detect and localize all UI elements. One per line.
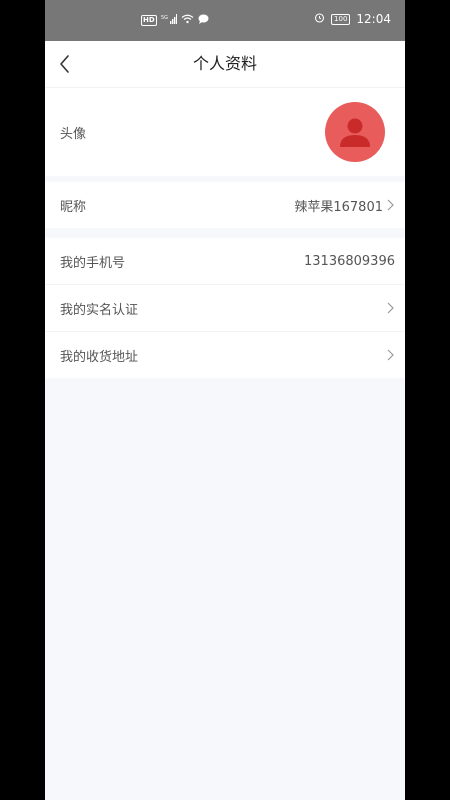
nickname-value: 辣苹果167801 xyxy=(294,199,383,215)
nickname-row[interactable]: 昵称 辣苹果167801 xyxy=(45,182,405,228)
address-label: 我的收货地址 xyxy=(60,349,139,365)
section-gap xyxy=(45,228,405,238)
alarm-icon xyxy=(314,12,325,26)
nickname-value-group: 辣苹果167801 xyxy=(294,196,395,215)
chevron-right-icon xyxy=(387,302,394,314)
phone-label: 我的手机号 xyxy=(60,255,126,271)
page-title: 个人资料 xyxy=(192,54,257,73)
status-left-indicators: HD 5G xyxy=(141,14,209,27)
wifi-icon xyxy=(181,14,194,27)
realname-row[interactable]: 我的实名认证 xyxy=(45,285,405,332)
signal-icon: 5G xyxy=(161,14,177,27)
chevron-right-icon xyxy=(387,199,394,211)
avatar-label: 头像 xyxy=(60,126,87,142)
avatar[interactable] xyxy=(325,102,385,162)
realname-label: 我的实名认证 xyxy=(60,302,139,318)
address-row[interactable]: 我的收货地址 xyxy=(45,332,405,378)
battery-icon: 100 xyxy=(331,13,351,25)
status-bar: HD 5G 100 12:04 xyxy=(45,0,405,41)
hd-icon: HD xyxy=(141,15,157,26)
user-silhouette-icon xyxy=(340,118,370,147)
avatar-row[interactable]: 头像 xyxy=(45,88,405,176)
phone-row[interactable]: 我的手机号 13136809396 xyxy=(45,238,405,285)
phone-value: 13136809396 xyxy=(304,253,395,269)
nav-bar: 个人资料 xyxy=(45,41,405,88)
status-right-indicators: 100 12:04 xyxy=(314,12,391,26)
chevron-right-icon xyxy=(387,349,394,361)
svg-text:5G: 5G xyxy=(161,15,168,21)
message-icon xyxy=(198,14,209,27)
phone-screen: HD 5G 100 12:04 个人资料 头像 昵称 辣苹果167801 我的手… xyxy=(45,0,405,800)
account-section: 我的手机号 13136809396 我的实名认证 我的收货地址 xyxy=(45,238,405,378)
nickname-label: 昵称 xyxy=(60,199,87,215)
profile-section: 头像 昵称 辣苹果167801 xyxy=(45,88,405,228)
status-time: 12:04 xyxy=(356,12,391,26)
